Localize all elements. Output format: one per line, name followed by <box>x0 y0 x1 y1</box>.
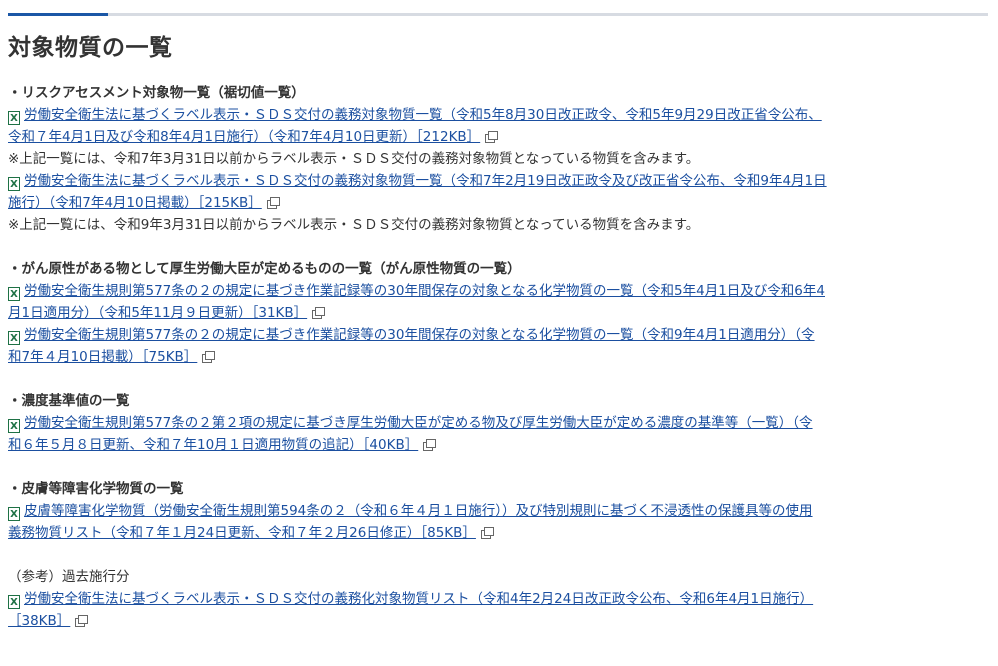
document-link-line2: 令和７年4月1日及び令和8年4月1日施行）（令和7年4月10日更新）［212KB… <box>8 129 481 145</box>
section: ・濃度基準値の一覧 X 労働安全衛生規則第577条の２第２項の規定に基づき厚生労働大… <box>8 390 990 456</box>
document-link-line2: 和６年５月８日更新、令和７年10月１日適用物質の追記）［40KB］ <box>8 437 419 453</box>
external-window-icon <box>312 307 326 319</box>
excel-icon: X <box>8 507 20 521</box>
external-window-icon <box>423 439 437 451</box>
document-entry: X 労働安全衛生規則第577条の２の規定に基づき作業記録等の30年間保存の対象とな… <box>8 280 990 324</box>
section-list: ・リスクアセスメント対象物一覧（裾切値一覧） X 労働安全衛生法に基づくラベル表示・… <box>8 82 990 654</box>
excel-icon: X <box>8 287 20 301</box>
document-link-line1: 労働安全衛生規則第577条の２の規定に基づき作業記録等の30年間保存の対象となる… <box>24 283 825 299</box>
document-link[interactable]: 労働安全衛生規則第577条の２第２項の規定に基づき厚生労働大臣が定める物及び厚生… <box>8 415 813 453</box>
document-entry: X 労働安全衛生規則第577条の２第２項の規定に基づき厚生労働大臣が定める物及び厚… <box>8 412 990 456</box>
document-link-line1: 皮膚等障害化学物質（労働安全衛生規則第594条の２（令和６年４月１日施行））及び… <box>24 503 813 519</box>
document-link-line2: ［38KB］ <box>8 613 71 629</box>
document-link-line1: 労働安全衛生規則第577条の２の規定に基づき作業記録等の30年間保存の対象となる… <box>24 327 815 343</box>
section: （参考）過去施行分 X 労働安全衛生法に基づくラベル表示・ＳＤＳ交付の義務化対象物質… <box>8 566 990 632</box>
document-link-line2: 施行）（令和7年4月10日掲載）［215KB］ <box>8 195 262 211</box>
section-heading: ・がん原性がある物として厚生労働大臣が定めるものの一覧（がん原性物質の一覧） <box>8 261 521 277</box>
external-window-icon <box>480 527 494 539</box>
document-link[interactable]: 労働安全衛生規則第577条の２の規定に基づき作業記録等の30年間保存の対象となる… <box>8 327 815 365</box>
section-heading: ・濃度基準値の一覧 <box>8 393 130 409</box>
section: ・リスクアセスメント対象物一覧（裾切値一覧） X 労働安全衛生法に基づくラベル表示・… <box>8 82 990 236</box>
document-link[interactable]: 労働安全衛生規則第577条の２の規定に基づき作業記録等の30年間保存の対象となる… <box>8 283 825 321</box>
page-title: 対象物質の一覧 <box>8 35 173 61</box>
section: ・皮膚等障害化学物質の一覧 X 皮膚等障害化学物質（労働安全衛生規則第594条の２（… <box>8 478 990 544</box>
external-window-icon <box>75 615 89 627</box>
section-heading: ・リスクアセスメント対象物一覧（裾切値一覧） <box>8 85 305 101</box>
document-entry: X 皮膚等障害化学物質（労働安全衛生規則第594条の２（令和６年４月１日施行））及… <box>8 500 990 544</box>
document-link[interactable]: 労働安全衛生法に基づくラベル表示・ＳＤＳ交付の義務化対象物質リスト（令和4年2月… <box>8 591 813 629</box>
document-link-line1: 労働安全衛生法に基づくラベル表示・ＳＤＳ交付の義務対象物質一覧（令和7年2月19… <box>24 173 827 189</box>
excel-icon: X <box>8 595 20 609</box>
title-underline <box>8 13 988 16</box>
document-link[interactable]: 労働安全衛生法に基づくラベル表示・ＳＤＳ交付の義務対象物質一覧（令和5年8月30… <box>8 107 822 145</box>
section-heading: （参考）過去施行分 <box>8 569 130 585</box>
document-link[interactable]: 皮膚等障害化学物質（労働安全衛生規則第594条の２（令和６年４月１日施行））及び… <box>8 503 813 541</box>
excel-icon: X <box>8 331 20 345</box>
document-link-line2: 和7年４月10日掲載）［75KB］ <box>8 349 198 365</box>
note-text: ※上記一覧には、令和7年3月31日以前からラベル表示・ＳＤＳ交付の義務対象物質と… <box>8 151 700 167</box>
page: 対象物質の一覧 ・リスクアセスメント対象物一覧（裾切値一覧） X 労働安全衛生法に基… <box>0 0 998 666</box>
document-link-line1: 労働安全衛生規則第577条の２第２項の規定に基づき厚生労働大臣が定める物及び厚生… <box>24 415 813 431</box>
external-window-icon <box>266 197 280 209</box>
title-underline-accent <box>8 13 108 16</box>
document-entry: X 労働安全衛生規則第577条の２の規定に基づき作業記録等の30年間保存の対象とな… <box>8 324 990 368</box>
section-heading: ・皮膚等障害化学物質の一覧 <box>8 481 184 497</box>
excel-icon: X <box>8 419 20 433</box>
document-link-line2: 義務物質リスト（令和７年１月24日更新、令和７年２月26日修正）［85KB］ <box>8 525 476 541</box>
external-window-icon <box>202 351 216 363</box>
external-window-icon <box>485 131 499 143</box>
document-link-line1: 労働安全衛生法に基づくラベル表示・ＳＤＳ交付の義務化対象物質リスト（令和4年2月… <box>24 591 814 607</box>
document-link[interactable]: 労働安全衛生法に基づくラベル表示・ＳＤＳ交付の義務対象物質一覧（令和7年2月19… <box>8 173 827 211</box>
excel-icon: X <box>8 177 20 191</box>
document-entry: X 労働安全衛生法に基づくラベル表示・ＳＤＳ交付の義務対象物質一覧（令和5年8月3… <box>8 104 990 148</box>
document-link-line2: 月1日適用分）（令和5年11月９日更新）［31KB］ <box>8 305 308 321</box>
document-entry: X 労働安全衛生法に基づくラベル表示・ＳＤＳ交付の義務対象物質一覧（令和7年2月1… <box>8 170 990 214</box>
note-text: ※上記一覧には、令和9年3月31日以前からラベル表示・ＳＤＳ交付の義務対象物質と… <box>8 217 700 233</box>
document-link-line1: 労働安全衛生法に基づくラベル表示・ＳＤＳ交付の義務対象物質一覧（令和5年8月30… <box>24 107 822 123</box>
section: ・がん原性がある物として厚生労働大臣が定めるものの一覧（がん原性物質の一覧） X 労… <box>8 258 990 368</box>
excel-icon: X <box>8 111 20 125</box>
document-entry: X 労働安全衛生法に基づくラベル表示・ＳＤＳ交付の義務化対象物質リスト（令和4年2… <box>8 588 990 632</box>
